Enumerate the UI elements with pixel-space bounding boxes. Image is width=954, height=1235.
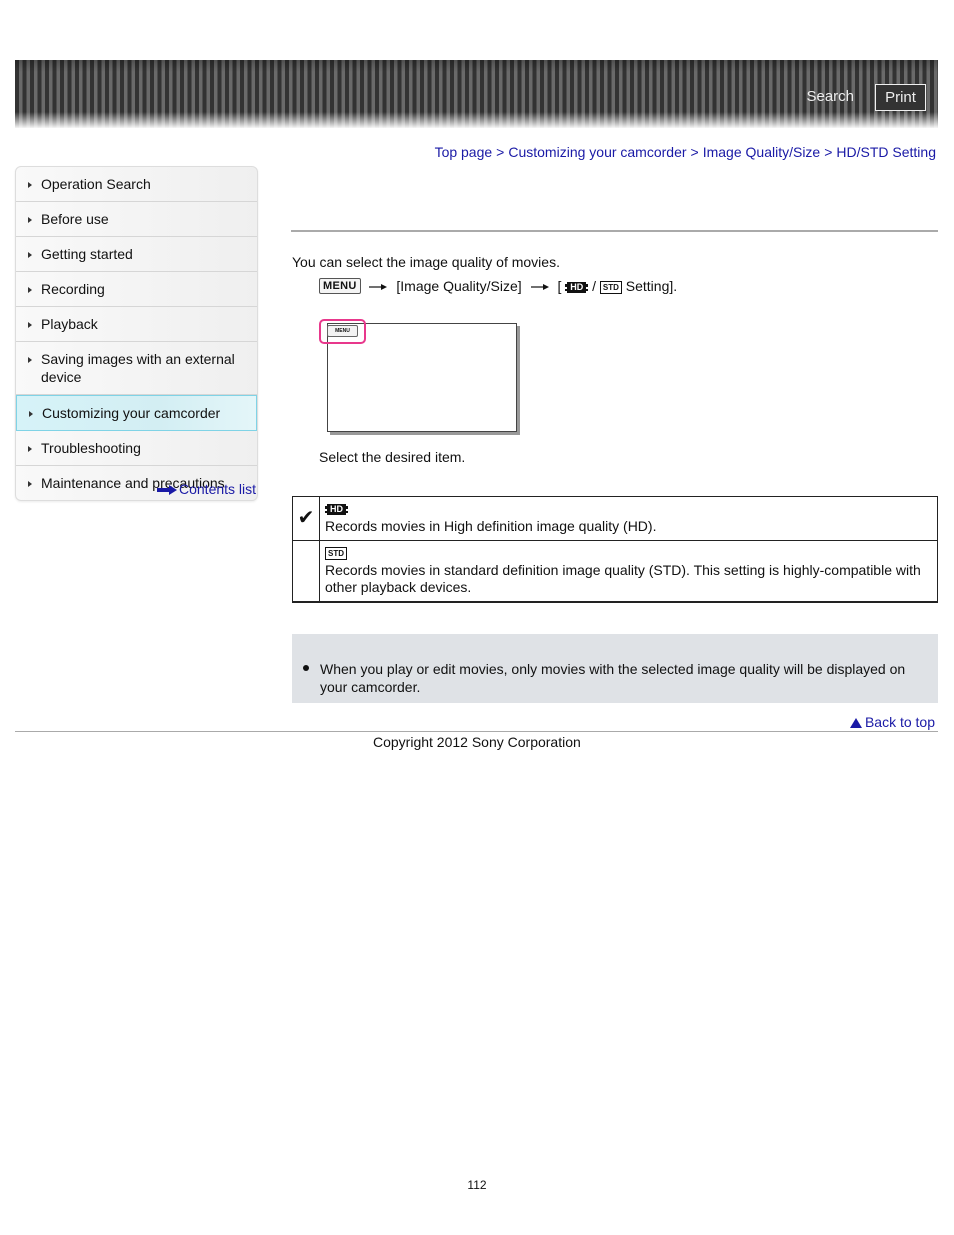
option-cell: STD Records movies in standard definitio… [319,540,938,603]
option-row-hd[interactable]: ✔ HD Records movies in High definition i… [292,496,938,541]
note-text: When you play or edit movies, only movie… [320,661,906,695]
arrow-right-icon [157,485,177,496]
sidebar-item-before-use[interactable]: Before use [16,202,257,237]
empty-check-cell [292,540,320,603]
option-description: Records movies in standard definition im… [325,562,921,595]
sidebar-item-label: Troubleshooting [41,440,141,456]
sidebar-item-label: Operation Search [41,176,151,192]
page-number: 112 [467,1178,487,1192]
search-link[interactable]: Search [806,88,854,105]
triangle-right-icon [28,322,32,328]
hd-icon: HD [325,504,348,515]
breadcrumb-top-page[interactable]: Top page [435,144,493,160]
sidebar-item-label: Before use [41,211,109,227]
menu-highlight-frame [319,319,366,344]
back-to-top-link[interactable]: Back to top [849,714,935,730]
sidebar-item-label: Customizing your camcorder [42,405,221,421]
contents-list-label: Contents list [179,481,257,497]
std-icon: STD [324,546,348,561]
header-bar: Search Print [15,60,938,128]
breadcrumb-customizing[interactable]: Customizing your camcorder [508,144,686,160]
sidebar-item-label: Getting started [41,246,133,262]
sidebar-item-label: Playback [41,316,98,332]
sidebar-item-operation-search[interactable]: Operation Search [16,167,257,202]
copyright-text: Copyright 2012 Sony Corporation [373,734,581,750]
title-divider [291,230,938,232]
triangle-right-icon [28,357,32,363]
bullet-icon [303,665,309,671]
menu-key-icon: MENU [319,278,361,294]
breadcrumb-separator: > [690,144,699,160]
checkmark-icon: ✔ [292,496,320,541]
triangle-up-icon [849,718,862,728]
sidebar-item-label: Recording [41,281,105,297]
sidebar-item-playback[interactable]: Playback [16,307,257,342]
breadcrumb-image-quality-size[interactable]: Image Quality/Size [703,144,821,160]
print-button[interactable]: Print [875,84,926,111]
sidebar-item-customizing[interactable]: Customizing your camcorder [16,395,257,431]
breadcrumb-separator: > [824,144,833,160]
footer-divider [15,731,938,732]
triangle-right-icon [28,481,32,487]
sidebar-nav: Operation Search Before use Getting star… [15,166,258,501]
sidebar-item-getting-started[interactable]: Getting started [16,237,257,272]
std-icon: STD [598,280,623,295]
triangle-right-icon [28,182,32,188]
sidebar-item-troubleshooting[interactable]: Troubleshooting [16,431,257,466]
option-description: Records movies in High definition image … [325,518,657,534]
breadcrumb-hd-std-setting[interactable]: HD/STD Setting [836,144,936,160]
back-to-top-label: Back to top [864,714,935,730]
option-row-std[interactable]: STD Records movies in standard definitio… [292,540,938,603]
sidebar-item-label: Saving images with an external device [41,351,235,385]
sidebar-item-recording[interactable]: Recording [16,272,257,307]
options-table: ✔ HD Records movies in High definition i… [292,496,938,603]
triangle-right-icon [28,217,32,223]
triangle-right-icon [28,252,32,258]
triangle-right-icon [28,287,32,293]
arrow-right-icon [530,284,549,291]
path-slash: / [592,278,596,294]
contents-list-link[interactable]: Contents list [157,481,256,497]
select-instruction: Select the desired item. [319,449,466,465]
path-bracket-open: [ [557,278,562,294]
note-box: When you play or edit movies, only movie… [292,634,938,703]
arrow-right-icon [369,284,388,291]
option-cell: HD Records movies in High definition ima… [319,496,938,541]
path-step-setting: Setting]. [625,278,678,294]
intro-text: You can select the image quality of movi… [292,254,560,270]
triangle-right-icon [29,411,33,417]
breadcrumb: Top page > Customizing your camcorder > Imag… [435,144,936,160]
triangle-right-icon [28,446,32,452]
breadcrumb-separator: > [496,144,505,160]
sidebar-item-saving-images[interactable]: Saving images with an external device [16,342,257,395]
path-step-image-quality: [Image Quality/Size] [396,278,522,294]
hd-icon: HD [565,282,589,293]
menu-path: MENU [Image Quality/Size] [ HD / STD Set… [319,278,678,295]
